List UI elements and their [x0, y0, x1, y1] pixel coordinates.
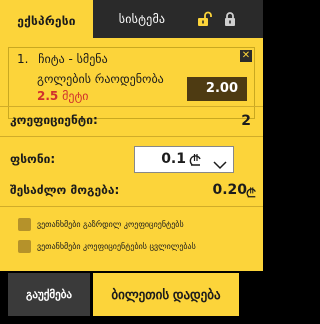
possible-win-label: შესაძლო მოგება: — [10, 183, 120, 197]
bet-teams: ჩიტა - სმენა — [38, 52, 108, 66]
accept-changes-checkbox[interactable] — [18, 240, 31, 253]
possible-win-value: 0.20 — [212, 182, 247, 198]
tab-express[interactable]: ექსპრესი — [0, 0, 93, 38]
selection-unit: მეტი — [62, 89, 89, 103]
bet-title: 1. ჩიტა - სმენა — [17, 52, 108, 66]
unlock-icon[interactable] — [191, 0, 217, 38]
bet-index: 1. — [17, 52, 29, 66]
lock-icon[interactable] — [217, 0, 243, 38]
stake-value[interactable]: 0.1 — [161, 151, 186, 167]
bet-market: გოლების რაოდენობა — [37, 72, 164, 86]
bet-item: 1. ჩიტა - სმენა ✕ გოლების რაოდენობა 2.5 … — [8, 47, 255, 119]
clear-button[interactable]: გაუქმება — [8, 273, 90, 316]
chevron-down-icon[interactable] — [213, 155, 227, 174]
tab-system[interactable]: სისტემა — [93, 0, 191, 38]
accept-higher-checkbox[interactable] — [18, 218, 31, 231]
divider — [0, 206, 263, 207]
selection-value: 2.5 — [37, 89, 59, 103]
coefficient-value: 2 — [241, 113, 251, 129]
accept-changes-option[interactable]: ვეთანხმები კოეფიციენტების ცვლილებას — [18, 240, 196, 253]
betslip-tabs: ექსპრესი სისტემა — [0, 0, 263, 38]
divider — [0, 106, 263, 107]
lari-icon — [189, 152, 202, 171]
place-bet-button[interactable]: ბილეთის დადება — [93, 273, 239, 316]
stake-label: ფსონი: — [10, 152, 56, 166]
accept-higher-label: ვეთანხმები გაზრდილ კოეფიციენტებს — [37, 220, 184, 229]
bet-selection: 2.5 მეტი — [37, 89, 89, 103]
betslip-panel: 1. ჩიტა - სმენა ✕ გოლების რაოდენობა 2.5 … — [0, 38, 263, 271]
accept-higher-option[interactable]: ვეთანხმები გაზრდილ კოეფიციენტებს — [18, 218, 184, 231]
stake-input[interactable]: 0.1 — [134, 146, 234, 173]
betslip-footer: გაუქმება ბილეთის დადება — [0, 271, 263, 324]
close-icon[interactable]: ✕ — [240, 50, 252, 62]
lari-icon — [246, 184, 257, 203]
divider — [0, 136, 263, 137]
odds-value: 2.00 — [187, 77, 247, 101]
coefficient-label: კოეფიციენტი: — [10, 113, 98, 127]
accept-changes-label: ვეთანხმები კოეფიციენტების ცვლილებას — [37, 242, 196, 251]
